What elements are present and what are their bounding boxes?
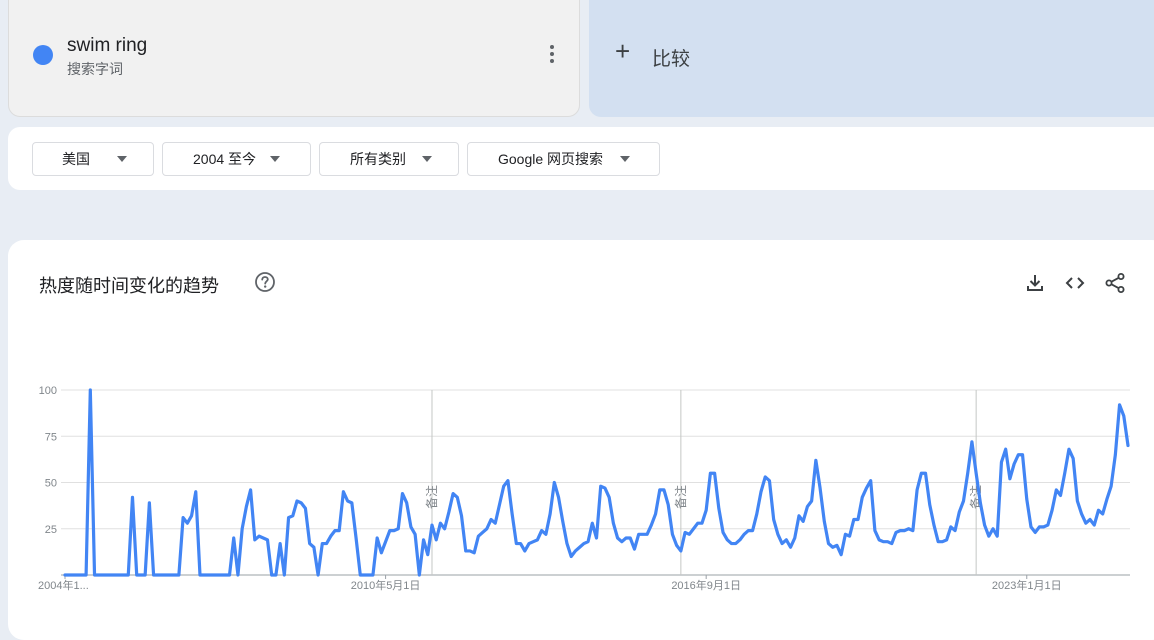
x-tick-label: 2010年5月1日 — [351, 578, 421, 592]
y-tick-label: 75 — [45, 431, 57, 443]
compare-button[interactable]: + 比较 — [589, 0, 1154, 117]
category-dropdown-label: 所有类别 — [350, 151, 406, 167]
plus-icon: + — [615, 36, 631, 66]
y-tick-label: 25 — [45, 524, 57, 536]
region-dropdown[interactable]: 美国 — [32, 142, 154, 176]
category-dropdown[interactable]: 所有类别 — [319, 142, 459, 176]
caret-down-icon — [270, 156, 280, 162]
search-term-card[interactable]: swim ring 搜索字词 — [8, 0, 580, 117]
time-range-dropdown-label: 2004 至今 — [193, 151, 257, 167]
y-tick-label: 100 — [39, 385, 57, 397]
x-tick-label: 2004年1... — [38, 578, 89, 592]
y-tick-label: 50 — [45, 478, 57, 490]
annotation-label[interactable]: 备注 — [673, 485, 688, 509]
caret-down-icon — [620, 156, 630, 162]
x-tick-label: 2023年1月1日 — [992, 578, 1062, 592]
search-type-dropdown-label: Google 网页搜索 — [498, 151, 604, 167]
share-icon[interactable] — [1103, 271, 1127, 295]
chart-title: 热度随时间变化的趋势 — [39, 276, 219, 296]
search-term-name: swim ring — [67, 35, 148, 56]
x-tick-label: 2016年9月1日 — [671, 578, 741, 592]
annotation-label[interactable]: 备注 — [424, 485, 439, 509]
time-range-dropdown[interactable]: 2004 至今 — [162, 142, 311, 176]
region-dropdown-label: 美国 — [62, 151, 90, 167]
filter-bar: 美国 2004 至今 所有类别 Google 网页搜索 — [8, 127, 1154, 190]
download-icon[interactable] — [1023, 271, 1047, 295]
caret-down-icon — [117, 156, 127, 162]
search-term-subtitle: 搜索字词 — [67, 61, 123, 77]
more-vert-icon[interactable] — [543, 45, 561, 67]
caret-down-icon — [422, 156, 432, 162]
help-icon[interactable] — [254, 271, 276, 293]
series-color-dot — [33, 45, 53, 65]
compare-label: 比较 — [652, 49, 691, 70]
embed-code-icon[interactable] — [1063, 271, 1087, 295]
interest-over-time-chart: 备注 备注 备注 1007550252004年1... 2010年5月1日 2016年9… — [38, 385, 1130, 592]
search-type-dropdown[interactable]: Google 网页搜索 — [467, 142, 660, 176]
